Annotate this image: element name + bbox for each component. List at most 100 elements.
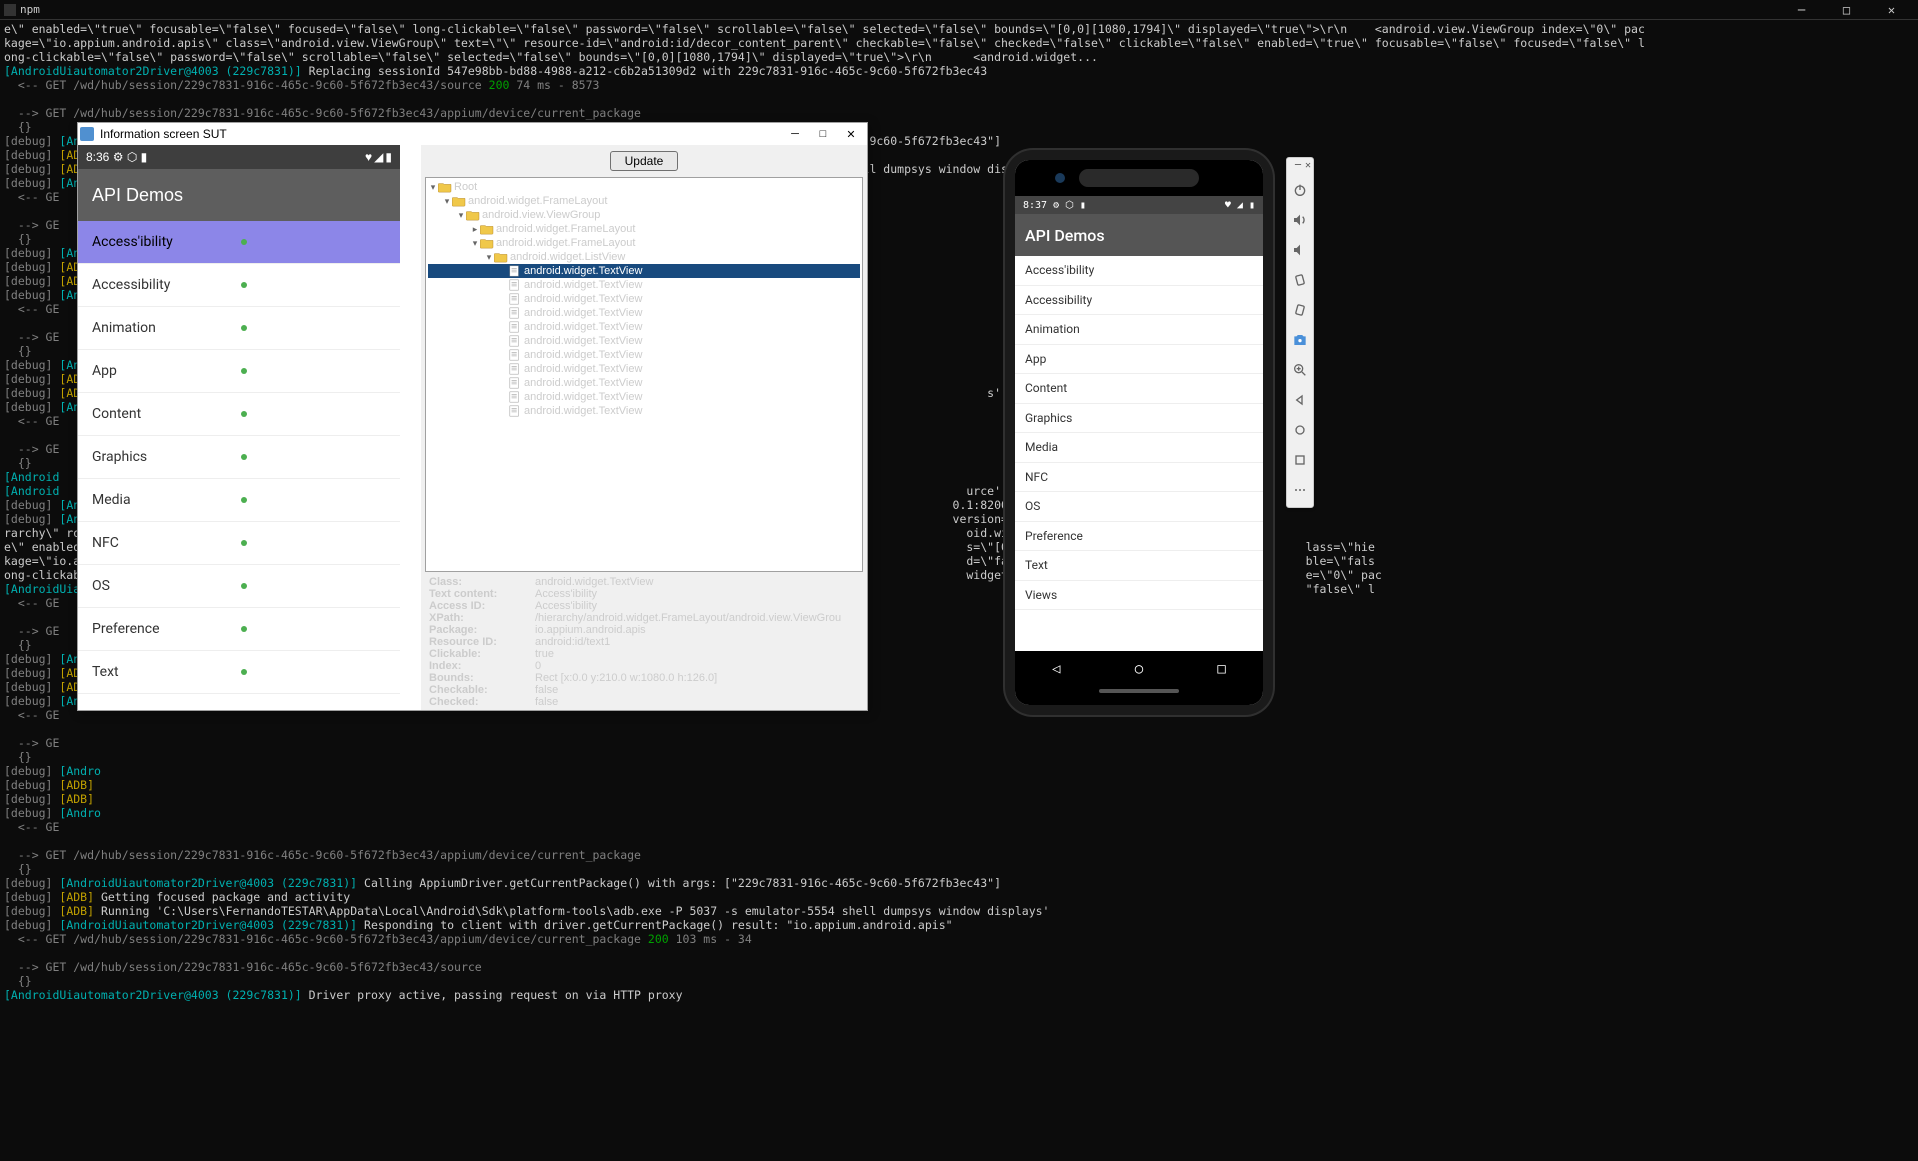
device-list-item[interactable]: Graphics	[78, 436, 400, 479]
tree-node[interactable]: android.widget.TextView	[428, 376, 860, 390]
sut-device-panel: 8:36 ⚙ ⬡ ▮ ♥◢▮ API Demos Access'ibilityA…	[78, 145, 421, 710]
tree-node[interactable]: ▾ android.widget.FrameLayout	[428, 236, 860, 250]
device-list-item[interactable]: OS	[78, 565, 400, 608]
detail-row: Checkable:false	[429, 684, 859, 696]
tree-node-label: android.widget.FrameLayout	[496, 223, 635, 235]
tree-node[interactable]: android.widget.TextView	[428, 362, 860, 376]
sut-close-button[interactable]: ✕	[837, 125, 865, 143]
camera-button[interactable]	[1288, 325, 1312, 355]
update-button[interactable]: Update	[610, 151, 679, 171]
tree-node-label: android.widget.TextView	[524, 363, 642, 375]
tree-node[interactable]: android.widget.TextView	[428, 320, 860, 334]
emulator-list-item[interactable]: Media	[1015, 433, 1263, 463]
emulator-app-title: API Demos	[1025, 226, 1105, 245]
tree-node[interactable]: ▾Root	[428, 180, 860, 194]
folder-icon	[480, 223, 494, 235]
power-button[interactable]	[1288, 175, 1312, 205]
emulator-list-item[interactable]: Access'ibility	[1015, 256, 1263, 286]
device-list-item[interactable]: Accessibility	[78, 264, 400, 307]
tree-toggle-icon[interactable]: ▾	[484, 252, 494, 263]
device-list-item-label: Animation	[92, 320, 156, 336]
tree-node[interactable]: android.widget.TextView	[428, 292, 860, 306]
toolbar-minimize-button[interactable]: ─	[1295, 160, 1301, 171]
emulator-list[interactable]: Access'ibilityAccessibilityAnimationAppC…	[1015, 256, 1263, 651]
emulator-navbar[interactable]: ◁ ○ □	[1015, 651, 1263, 687]
file-icon	[508, 321, 522, 333]
tree-toggle-icon[interactable]: ▾	[470, 238, 480, 249]
tree-toggle-icon[interactable]: ▾	[428, 182, 438, 193]
emulator-list-item[interactable]: Text	[1015, 551, 1263, 581]
volume-up-button[interactable]	[1288, 205, 1312, 235]
window-close-button[interactable]: ✕	[1869, 0, 1914, 20]
device-list-item[interactable]: Animation	[78, 307, 400, 350]
device-list-item-label: Media	[92, 492, 131, 508]
more-button[interactable]	[1288, 475, 1312, 505]
tree-toggle-icon[interactable]: ▸	[470, 224, 480, 235]
tree-node[interactable]: android.widget.TextView	[428, 264, 860, 278]
sut-titlebar[interactable]: Information screen SUT ─ □ ✕	[78, 123, 867, 145]
toolbar-close-button[interactable]: ✕	[1305, 160, 1311, 171]
tree-node[interactable]: android.widget.TextView	[428, 390, 860, 404]
tree-node-label: android.widget.FrameLayout	[496, 237, 635, 249]
emulator-list-item[interactable]: OS	[1015, 492, 1263, 522]
tree-node[interactable]: ▾android.view.ViewGroup	[428, 208, 860, 222]
device-list-item[interactable]: Media	[78, 479, 400, 522]
rotate-right-button[interactable]	[1288, 295, 1312, 325]
folder-icon	[452, 195, 466, 207]
emulator-list-item[interactable]: Accessibility	[1015, 286, 1263, 316]
detail-row: Package:io.appium.android.apis	[429, 624, 859, 636]
emulator-list-item[interactable]: Views	[1015, 581, 1263, 611]
emulator-list-item[interactable]: Content	[1015, 374, 1263, 404]
detail-value: 0	[535, 660, 859, 672]
tree-node[interactable]: android.widget.TextView	[428, 348, 860, 362]
detail-key: Access ID:	[429, 600, 535, 612]
device-list-item[interactable]: Text	[78, 651, 400, 694]
back-button[interactable]	[1288, 385, 1312, 415]
device-list-item[interactable]: Content	[78, 393, 400, 436]
status-dot	[241, 282, 247, 288]
emulator-statusbar: 8:37 ⚙ ⬡ ▮ ♥ ◢ ▮	[1015, 196, 1263, 214]
sut-minimize-button[interactable]: ─	[781, 125, 809, 143]
device-statusbar: 8:36 ⚙ ⬡ ▮ ♥◢▮	[78, 145, 400, 169]
device-list[interactable]: Access'ibilityAccessibility Animation AppC…	[78, 221, 400, 694]
tree-node[interactable]: ▾android.widget.FrameLayout	[428, 194, 860, 208]
window-maximize-button[interactable]: □	[1824, 0, 1869, 20]
device-list-item[interactable]: Access'ibility	[78, 221, 400, 264]
detail-value: /hierarchy/android.widget.FrameLayout/an…	[535, 612, 859, 624]
tree-node[interactable]: ▾ android.widget.ListView	[428, 250, 860, 264]
emulator-list-item[interactable]: NFC	[1015, 463, 1263, 493]
nav-back-icon[interactable]: ◁	[1052, 661, 1060, 677]
tree-node[interactable]: android.widget.TextView	[428, 404, 860, 418]
overview-button[interactable]	[1288, 445, 1312, 475]
tree-toggle-icon[interactable]: ▾	[442, 196, 452, 207]
terminal-icon	[4, 4, 16, 16]
device-list-item-label: Graphics	[92, 449, 147, 465]
tree-node[interactable]: android.widget.TextView	[428, 278, 860, 292]
window-minimize-button[interactable]: ─	[1779, 0, 1824, 20]
detail-row: Checked:false	[429, 696, 859, 708]
zoom-button[interactable]	[1288, 355, 1312, 385]
volume-down-button[interactable]	[1288, 235, 1312, 265]
emulator-chin	[1015, 687, 1263, 705]
sut-window-icon	[80, 127, 94, 141]
detail-key: Checked:	[429, 696, 535, 708]
device-list-item[interactable]: Preference	[78, 608, 400, 651]
device-list-item[interactable]: NFC	[78, 522, 400, 565]
emulator-list-item[interactable]: Preference	[1015, 522, 1263, 552]
ui-tree[interactable]: ▾Root▾android.widget.FrameLayout▾android…	[425, 177, 863, 572]
status-dot	[241, 540, 247, 546]
device-list-item[interactable]: App	[78, 350, 400, 393]
emulator-list-item[interactable]: Animation	[1015, 315, 1263, 345]
tree-node[interactable]: ▸ android.widget.FrameLayout	[428, 222, 860, 236]
tree-toggle-icon[interactable]: ▾	[456, 210, 466, 221]
nav-home-icon[interactable]: ○	[1135, 661, 1143, 677]
tree-node[interactable]: android.widget.TextView	[428, 306, 860, 320]
nav-overview-icon[interactable]: □	[1217, 661, 1225, 677]
home-button[interactable]	[1288, 415, 1312, 445]
tree-node-label: android.widget.ListView	[510, 251, 625, 263]
emulator-list-item[interactable]: Graphics	[1015, 404, 1263, 434]
emulator-list-item[interactable]: App	[1015, 345, 1263, 375]
tree-node[interactable]: android.widget.TextView	[428, 334, 860, 348]
sut-maximize-button[interactable]: □	[809, 125, 837, 143]
rotate-left-button[interactable]	[1288, 265, 1312, 295]
